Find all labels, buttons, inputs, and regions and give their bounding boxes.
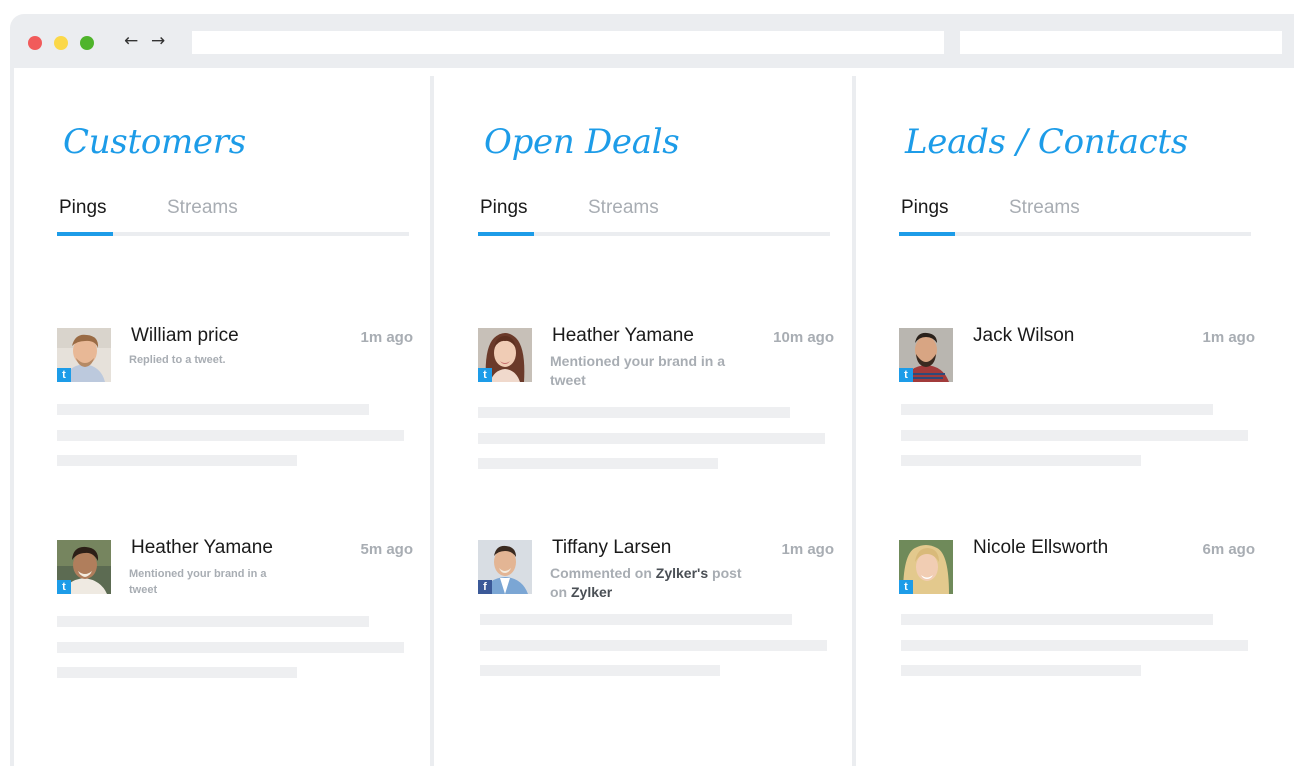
activity-text: Commented on xyxy=(550,565,656,581)
maximize-window-button[interactable] xyxy=(80,36,94,50)
column-tabs: Pings Streams xyxy=(899,196,1251,238)
twitter-icon: t xyxy=(57,368,71,382)
contact-name[interactable]: Tiffany Larsen xyxy=(552,536,671,560)
ping-item[interactable]: t Nicole Ellsworth 6m ago xyxy=(899,537,1259,740)
contact-name[interactable]: William price xyxy=(131,324,239,348)
placeholder-line xyxy=(57,430,404,441)
placeholder-line xyxy=(480,614,792,625)
avatar: t xyxy=(478,328,532,382)
browser-window: ← → Customers Pings Streams t William pr… xyxy=(10,14,1294,766)
placeholder-line xyxy=(480,640,827,651)
placeholder-line xyxy=(901,665,1141,676)
ping-item[interactable]: f Tiffany Larsen 1m ago Commented on Zyl… xyxy=(478,537,838,740)
placeholder-line xyxy=(57,642,404,653)
column-title: Open Deals xyxy=(484,122,680,162)
twitter-icon: t xyxy=(899,580,913,594)
avatar: t xyxy=(57,540,111,594)
avatar: t xyxy=(899,540,953,594)
facebook-icon: f xyxy=(478,580,492,594)
tab-streams[interactable]: Streams xyxy=(1009,196,1080,220)
close-window-button[interactable] xyxy=(28,36,42,50)
placeholder-line xyxy=(901,430,1248,441)
ping-item[interactable]: t Jack Wilson 1m ago xyxy=(899,325,1259,528)
minimize-window-button[interactable] xyxy=(54,36,68,50)
activity-text: Replied to a tweet. xyxy=(129,354,226,366)
activity-description: Replied to a tweet. xyxy=(129,352,289,368)
placeholder-line xyxy=(478,407,790,418)
placeholder-line xyxy=(901,614,1213,625)
column-customers: Customers Pings Streams t William price … xyxy=(14,68,434,766)
twitter-icon: t xyxy=(57,580,71,594)
placeholder-line xyxy=(901,404,1213,415)
avatar: f xyxy=(478,540,532,594)
brand-link[interactable]: Zylker xyxy=(571,584,612,600)
active-tab-indicator xyxy=(478,232,534,236)
ping-item[interactable]: t Heather Yamane 10m ago Mentioned your … xyxy=(478,325,838,528)
timestamp: 1m ago xyxy=(1202,329,1255,346)
placeholder-line xyxy=(901,640,1248,651)
contact-name[interactable]: Jack Wilson xyxy=(973,324,1074,348)
tab-pings[interactable]: Pings xyxy=(59,196,107,220)
column-tabs: Pings Streams xyxy=(478,196,830,238)
placeholder-line xyxy=(57,667,297,678)
placeholder-line xyxy=(478,433,825,444)
timestamp: 1m ago xyxy=(360,329,413,346)
column-tabs: Pings Streams xyxy=(57,196,409,238)
avatar: t xyxy=(57,328,111,382)
contact-name[interactable]: Heather Yamane xyxy=(131,536,273,560)
ping-item[interactable]: t William price 1m ago Replied to a twee… xyxy=(57,325,417,528)
activity-text: Mentioned your brand in a tweet xyxy=(550,353,726,388)
active-tab-indicator xyxy=(899,232,955,236)
column-leads-contacts: Leads / Contacts Pings Streams t Jack Wi… xyxy=(856,68,1276,766)
timestamp: 5m ago xyxy=(360,541,413,558)
activity-text: Mentioned your brand in a tweet xyxy=(129,568,267,596)
avatar: t xyxy=(899,328,953,382)
tab-streams[interactable]: Streams xyxy=(167,196,238,220)
forward-arrow-icon[interactable]: → xyxy=(151,31,165,51)
browser-toolbar: ← → xyxy=(10,14,1294,68)
column-title: Leads / Contacts xyxy=(905,122,1188,162)
twitter-icon: t xyxy=(899,368,913,382)
placeholder-line xyxy=(57,455,297,466)
placeholder-line xyxy=(478,458,718,469)
activity-description: Mentioned your brand in a tweet xyxy=(129,566,289,598)
placeholder-line xyxy=(901,455,1141,466)
address-bar[interactable] xyxy=(192,31,944,54)
active-tab-indicator xyxy=(57,232,113,236)
tab-pings[interactable]: Pings xyxy=(901,196,949,220)
contact-name[interactable]: Nicole Ellsworth xyxy=(973,536,1108,560)
brand-link[interactable]: Zylker's xyxy=(656,565,708,581)
twitter-icon: t xyxy=(478,368,492,382)
contact-name[interactable]: Heather Yamane xyxy=(552,324,694,348)
timestamp: 1m ago xyxy=(781,541,834,558)
activity-description: Commented on Zylker's post on Zylker xyxy=(550,564,750,602)
placeholder-line xyxy=(57,404,369,415)
page-viewport: Customers Pings Streams t William price … xyxy=(14,68,1294,766)
timestamp: 10m ago xyxy=(773,329,834,346)
activity-description: Mentioned your brand in a tweet xyxy=(550,352,750,390)
column-title: Customers xyxy=(63,122,246,162)
timestamp: 6m ago xyxy=(1202,541,1255,558)
ping-item[interactable]: t Heather Yamane 5m ago Mentioned your b… xyxy=(57,537,417,740)
tab-streams[interactable]: Streams xyxy=(588,196,659,220)
column-open-deals: Open Deals Pings Streams t Heather Yaman… xyxy=(435,68,855,766)
placeholder-line xyxy=(480,665,720,676)
placeholder-line xyxy=(57,616,369,627)
browser-search-bar[interactable] xyxy=(960,31,1282,54)
back-arrow-icon[interactable]: ← xyxy=(124,31,138,51)
tab-pings[interactable]: Pings xyxy=(480,196,528,220)
